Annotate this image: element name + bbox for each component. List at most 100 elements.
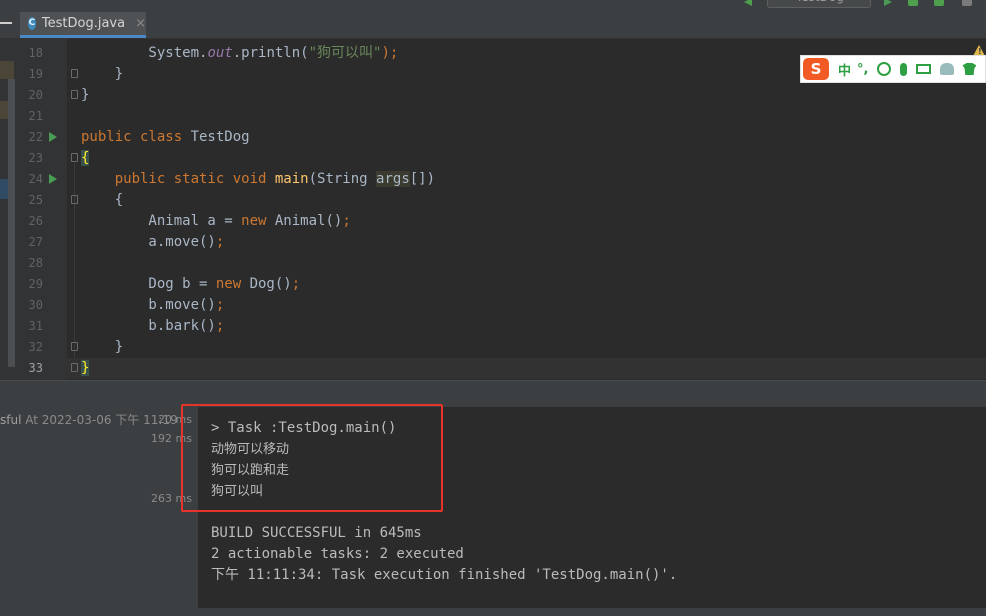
console-line: 下午 11:11:34: Task execution finished 'Te… <box>211 567 678 583</box>
code-text[interactable]: b.move(); <box>81 295 224 316</box>
line-number: 18 <box>28 46 43 60</box>
line-number: 31 <box>28 319 43 333</box>
code-token: Animal() <box>274 213 343 229</box>
code-line: 24 public static void main(String args[]… <box>0 169 986 190</box>
code-text[interactable]: public class TestDog <box>81 127 250 148</box>
matched-brace: { <box>81 150 90 166</box>
code-line: 33 } <box>0 358 986 379</box>
code-token: (String <box>308 171 377 187</box>
run-tree-root[interactable]: sful At 2022-03-06 下午 11:19 20 ms <box>0 411 198 429</box>
code-text[interactable]: Dog b = new Dog(); <box>81 274 300 295</box>
run-tree-panel: sful At 2022-03-06 下午 11:19 20 ms 192 ms… <box>0 407 198 616</box>
back-arrow-icon[interactable] <box>744 0 752 6</box>
code-line: 30 b.move(); <box>0 295 986 316</box>
keyword: new <box>215 276 250 292</box>
run-class-icon[interactable] <box>49 132 57 142</box>
code-token: []) <box>409 171 436 187</box>
line-number: 27 <box>28 235 43 249</box>
highlight-annotation-box <box>181 404 443 512</box>
ime-toolbar[interactable]: S 中 °, <box>800 55 986 83</box>
code-text[interactable]: { <box>81 148 90 169</box>
editor-tab-bar: C TestDog.java × TestDog <box>0 0 986 39</box>
code-text[interactable]: } <box>81 64 123 85</box>
code-line: 27 a.move(); <box>0 232 986 253</box>
line-number: 30 <box>28 298 43 312</box>
code-token: a.move() <box>81 234 216 250</box>
code-token: Dog() <box>249 276 292 292</box>
code-text[interactable]: Animal a = new Animal(); <box>81 211 350 232</box>
code-text[interactable]: } <box>81 358 90 379</box>
code-line: 32 } <box>0 337 986 358</box>
code-token: ); <box>381 45 399 61</box>
code-text[interactable]: public static void main(String args[]) <box>81 169 435 190</box>
code-token: ; <box>291 276 301 292</box>
skin-icon[interactable] <box>962 63 977 75</box>
microphone-icon[interactable] <box>900 62 908 76</box>
java-class-icon: C <box>28 17 36 30</box>
code-line: 25 { <box>0 190 986 211</box>
code-token: ; <box>215 297 225 313</box>
fold-icon[interactable] <box>71 342 78 351</box>
line-number: 26 <box>28 214 43 228</box>
code-token: .println( <box>232 45 309 61</box>
code-token: b.move() <box>81 297 216 313</box>
run-timestamp: At 2022-03-06 下午 11:19 <box>21 413 178 427</box>
fold-icon[interactable] <box>71 90 78 99</box>
user-icon[interactable] <box>940 63 955 75</box>
debug-icon[interactable] <box>908 0 918 6</box>
fold-icon[interactable] <box>71 153 78 162</box>
code-token: ; <box>215 234 225 250</box>
code-text[interactable]: b.bark(); <box>81 316 224 337</box>
code-text[interactable]: } <box>81 85 89 106</box>
method-name: main <box>274 171 309 187</box>
ime-punctuation[interactable]: °, <box>857 62 868 77</box>
minimize-icon[interactable] <box>0 22 12 24</box>
code-token: ; <box>215 318 225 334</box>
keyboard-icon[interactable] <box>916 64 932 74</box>
code-token: Animal a = <box>81 213 242 229</box>
sogou-logo-icon[interactable]: S <box>803 58 829 80</box>
code-token: out <box>207 45 233 61</box>
run-icon[interactable] <box>884 0 892 6</box>
tab-label: TestDog.java <box>41 16 126 31</box>
console-line: BUILD SUCCESSFUL in 645ms <box>211 525 422 541</box>
keyword: new <box>241 213 275 229</box>
code-line: 28 <box>0 253 986 274</box>
code-text[interactable]: a.move(); <box>81 232 224 253</box>
line-number: 20 <box>28 88 43 102</box>
run-main-icon[interactable] <box>49 174 57 184</box>
ime-chinese-mode[interactable]: 中 <box>838 60 851 79</box>
stop-icon[interactable] <box>962 0 972 6</box>
line-number: 19 <box>28 67 43 81</box>
string-literal: "狗可以叫" <box>308 45 382 61</box>
run-configuration-selector[interactable]: TestDog <box>767 0 871 8</box>
code-text[interactable]: } <box>81 337 123 358</box>
line-number: 33 <box>28 361 43 375</box>
close-tab-icon[interactable]: × <box>135 16 146 31</box>
code-text[interactable]: { <box>81 190 123 211</box>
code-text[interactable]: System.out.println("狗可以叫"); <box>81 43 398 64</box>
matched-brace: } <box>81 360 90 376</box>
code-line: 31 b.bark(); <box>0 316 986 337</box>
line-number: 24 <box>28 172 43 186</box>
tab-testdog-java[interactable]: C TestDog.java × <box>20 12 146 38</box>
line-number: 29 <box>28 277 43 291</box>
line-number: 32 <box>28 340 43 354</box>
line-number: 23 <box>28 151 43 165</box>
coverage-icon[interactable] <box>934 0 944 6</box>
fold-icon[interactable] <box>71 363 78 372</box>
code-line: 22 public class TestDog <box>0 127 986 148</box>
code-line: 20 } <box>0 85 986 106</box>
line-number: 21 <box>28 109 43 123</box>
run-tree-item[interactable]: 192 ms <box>0 432 198 450</box>
run-status-text: sful <box>0 413 22 427</box>
fold-icon[interactable] <box>71 69 78 78</box>
code-token: System. <box>81 45 208 61</box>
run-tree-item[interactable]: 263 ms <box>0 492 198 510</box>
parameter: args <box>376 171 410 187</box>
emoji-icon[interactable] <box>877 62 892 76</box>
line-number: 25 <box>28 193 43 207</box>
run-tool-header <box>0 380 986 408</box>
fold-icon[interactable] <box>71 195 78 204</box>
line-number: 22 <box>28 130 43 144</box>
